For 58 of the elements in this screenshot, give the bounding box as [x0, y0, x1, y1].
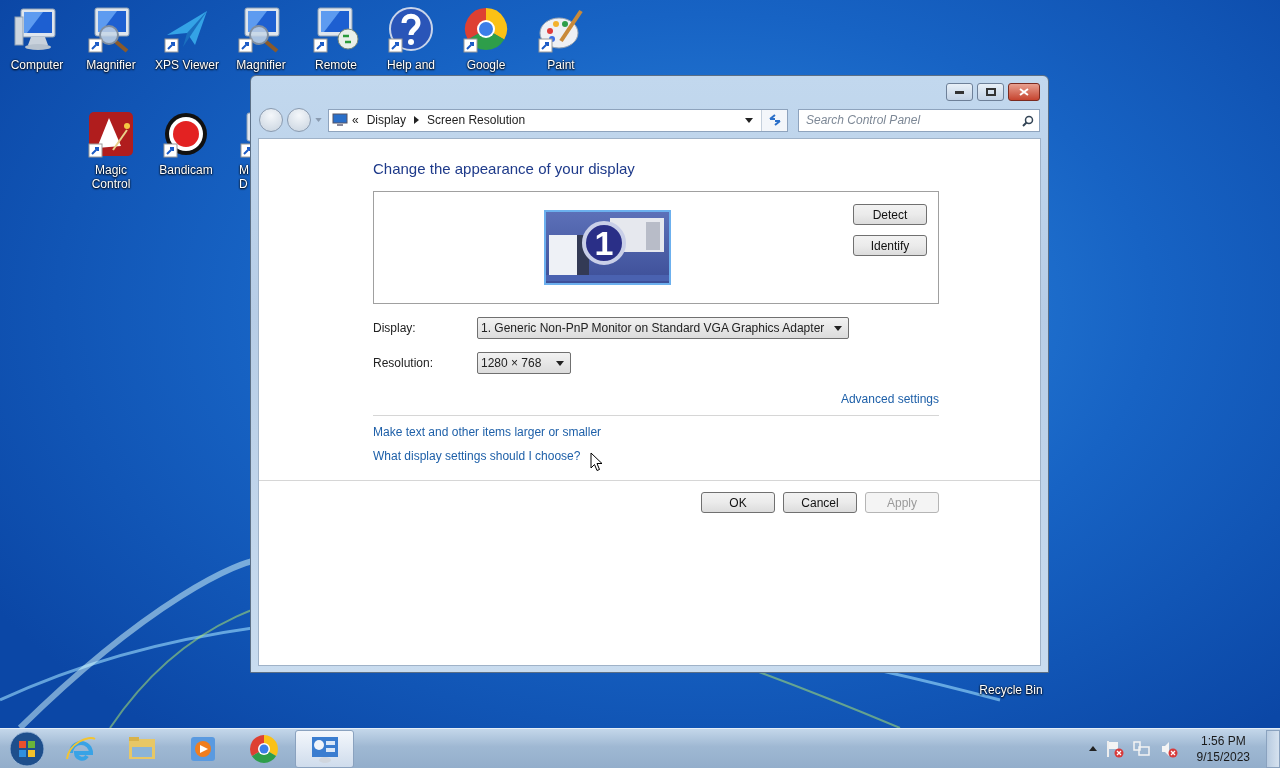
- close-icon: [1019, 88, 1029, 96]
- breadcrumb-item[interactable]: Screen Resolution: [427, 113, 526, 127]
- record-icon: [162, 110, 210, 158]
- wizard-hat-icon: [87, 110, 135, 158]
- refresh-button[interactable]: [761, 109, 787, 131]
- dialog-button[interactable]: Cancel: [783, 492, 857, 513]
- preview-button[interactable]: Identify: [853, 235, 927, 256]
- monitor-icon: [332, 113, 348, 127]
- help-icon: [387, 5, 435, 53]
- windows-orb-icon: [9, 730, 45, 767]
- search-icon: [1022, 114, 1034, 127]
- desktop-shortcut[interactable]: Magnifier: [74, 5, 148, 72]
- minimize-icon: [955, 90, 964, 94]
- resolution-dropdown[interactable]: 1280 × 768: [477, 352, 571, 374]
- maximize-button[interactable]: [977, 83, 1004, 101]
- caret-icon[interactable]: [745, 117, 753, 123]
- search-field[interactable]: Search Control Panel: [798, 108, 1040, 132]
- desktop-shortcut[interactable]: Remote: [299, 5, 373, 72]
- taskbar-button[interactable]: [295, 729, 354, 768]
- caret-icon: [556, 360, 564, 366]
- monitor-icon: [312, 5, 360, 53]
- forward-button[interactable]: [287, 108, 311, 132]
- field-label: Resolution:: [373, 356, 435, 370]
- desktop-shortcut[interactable]: XPS Viewer: [150, 5, 224, 72]
- desktop-shortcut[interactable]: Magic Control: [74, 110, 148, 191]
- page-heading: Change the appearance of your display: [373, 159, 636, 179]
- back-button[interactable]: [259, 108, 283, 132]
- desktop-shortcut[interactable]: Paint: [524, 5, 598, 72]
- desktop-shortcut[interactable]: Google: [449, 5, 523, 72]
- taskbar-clock[interactable]: 1:56 PM 9/15/2023: [1190, 732, 1256, 765]
- chevron-icon[interactable]: [414, 116, 420, 124]
- address-bar[interactable]: « Display Screen Resolution: [328, 108, 788, 132]
- preview-button[interactable]: Detect: [853, 204, 927, 225]
- browser-icon: [247, 732, 280, 765]
- flag-icon[interactable]: [1105, 739, 1124, 758]
- desktop-shortcut[interactable]: Computer: [0, 5, 74, 72]
- close-button[interactable]: [1008, 83, 1040, 101]
- monitor-thumbnail[interactable]: 1: [544, 210, 671, 285]
- mouse-cursor-icon: [590, 452, 603, 472]
- advanced-settings-link[interactable]: Advanced settings: [840, 392, 939, 407]
- browser-icon: [462, 5, 510, 53]
- show-hidden-icons-icon[interactable]: [1088, 746, 1097, 751]
- monitor-number: 1: [582, 221, 626, 265]
- field-label: Display:: [373, 321, 417, 335]
- dialog-button[interactable]: OK: [701, 492, 775, 513]
- refresh-icon: [767, 114, 782, 126]
- display-dropdown[interactable]: 1. Generic Non-PnP Monitor on Standard VGA Graphics Adapter: [477, 317, 850, 339]
- minimize-button[interactable]: [946, 83, 973, 101]
- breadcrumb-item[interactable]: Display: [366, 113, 407, 127]
- help-link[interactable]: Make text and other items larger or smaller: [373, 425, 602, 439]
- maximize-icon: [985, 88, 996, 96]
- desktop-shortcut[interactable]: Magnifier: [224, 5, 298, 72]
- caret-icon: [834, 325, 843, 331]
- desktop-shortcut[interactable]: Bandicam: [149, 110, 223, 177]
- help-link[interactable]: What display settings should I choose?: [373, 449, 581, 463]
- desktop-shortcut[interactable]: Help and: [374, 5, 448, 72]
- breadcrumb-overflow[interactable]: «: [352, 113, 359, 127]
- desktop-shortcut[interactable]: Recycle Bin: [974, 683, 1048, 697]
